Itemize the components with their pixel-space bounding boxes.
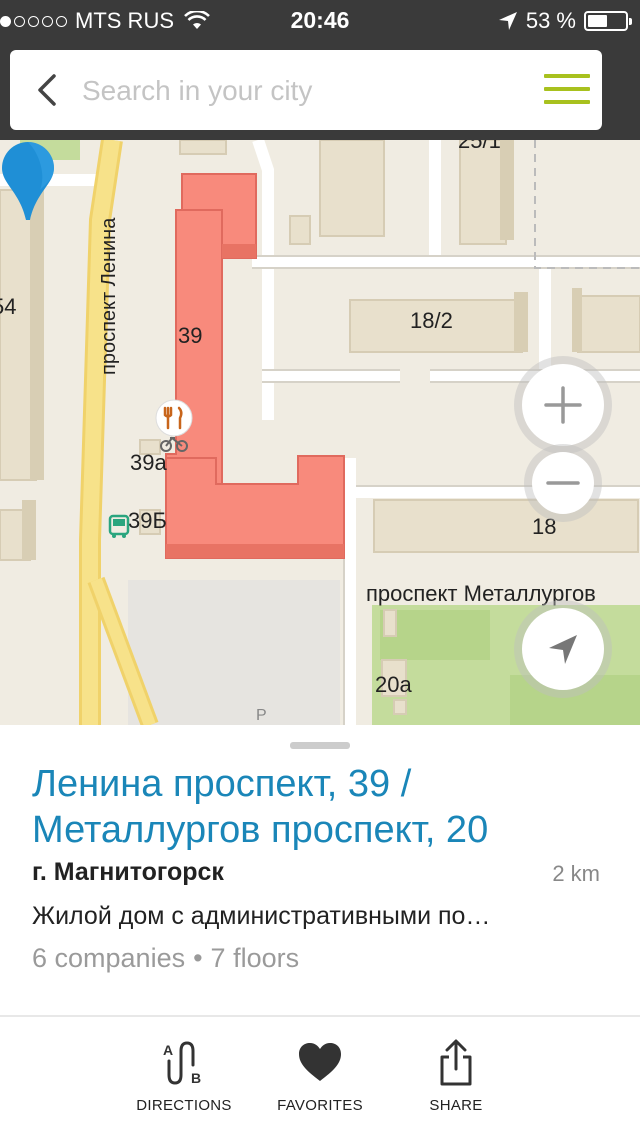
directions-button[interactable]: A B DIRECTIONS bbox=[114, 1039, 254, 1114]
place-description: Жилой дом с административными по… bbox=[32, 902, 491, 930]
svg-text:A: A bbox=[163, 1042, 173, 1058]
location-pin-icon[interactable] bbox=[0, 140, 56, 222]
companies-count[interactable]: 6 companies bbox=[32, 943, 185, 973]
restaurant-icon[interactable] bbox=[154, 398, 194, 438]
share-label: SHARE bbox=[429, 1097, 483, 1114]
zoom-out-button[interactable] bbox=[532, 452, 594, 514]
search-input[interactable] bbox=[80, 68, 514, 114]
directions-icon: A B bbox=[163, 1041, 201, 1086]
building-number: 39а bbox=[130, 450, 167, 475]
street-label-lenina: проспект Ленина bbox=[98, 217, 120, 375]
share-button[interactable]: SHARE bbox=[386, 1039, 526, 1114]
building-number: 39 bbox=[178, 323, 203, 348]
parking-label: P bbox=[256, 707, 267, 724]
zoom-in-button[interactable] bbox=[522, 364, 604, 446]
share-icon bbox=[440, 1039, 472, 1086]
building-number: 25/1 bbox=[458, 140, 501, 153]
search-bar bbox=[10, 50, 602, 130]
place-distance: 2 km bbox=[552, 861, 600, 886]
battery-icon bbox=[584, 11, 632, 31]
street-label-metallurgov: проспект Металлургов bbox=[366, 581, 596, 606]
minus-icon bbox=[546, 481, 580, 485]
building-number: 20а bbox=[375, 672, 412, 697]
action-bar: A B DIRECTIONS FAVORITES SHARE bbox=[0, 1017, 640, 1136]
plus-icon bbox=[544, 386, 582, 424]
meta-separator: • bbox=[193, 943, 203, 973]
chevron-left-icon[interactable] bbox=[30, 68, 70, 112]
map-view[interactable]: проспект Ленина проспект Металлургов 39 … bbox=[0, 140, 640, 725]
place-meta: 6 companies • 7 floors bbox=[32, 943, 299, 974]
place-title: Ленина проспект, 39 / Металлургов проспе… bbox=[32, 763, 489, 851]
bicycle-icon bbox=[160, 436, 188, 452]
top-bar: MTS RUS 20:46 53 % bbox=[0, 0, 640, 140]
my-location-button[interactable] bbox=[522, 608, 604, 690]
bus-stop-icon[interactable] bbox=[108, 514, 130, 540]
status-bar: MTS RUS 20:46 53 % bbox=[0, 0, 640, 40]
building-number: 39Б bbox=[128, 508, 167, 533]
directions-label: DIRECTIONS bbox=[136, 1097, 232, 1114]
status-right: 53 % bbox=[498, 8, 632, 34]
drag-handle[interactable] bbox=[290, 742, 350, 749]
battery-percent: 53 % bbox=[525, 8, 576, 33]
location-arrow-icon bbox=[498, 12, 517, 30]
building-number: 54 bbox=[0, 294, 17, 319]
hamburger-menu-icon[interactable] bbox=[544, 74, 590, 108]
favorites-label: FAVORITES bbox=[277, 1097, 363, 1114]
building-number: 18/2 bbox=[410, 308, 453, 333]
place-city: г. Магнитогорск bbox=[32, 858, 224, 886]
heart-icon bbox=[299, 1043, 341, 1081]
building-number: 18 bbox=[532, 514, 557, 539]
favorites-button[interactable]: FAVORITES bbox=[250, 1039, 390, 1114]
floors-count: 7 floors bbox=[210, 943, 300, 973]
svg-text:B: B bbox=[191, 1070, 201, 1086]
navigation-arrow-icon bbox=[549, 635, 577, 664]
place-card[interactable]: Ленина проспект, 39 / Металлургов проспе… bbox=[0, 725, 640, 1015]
